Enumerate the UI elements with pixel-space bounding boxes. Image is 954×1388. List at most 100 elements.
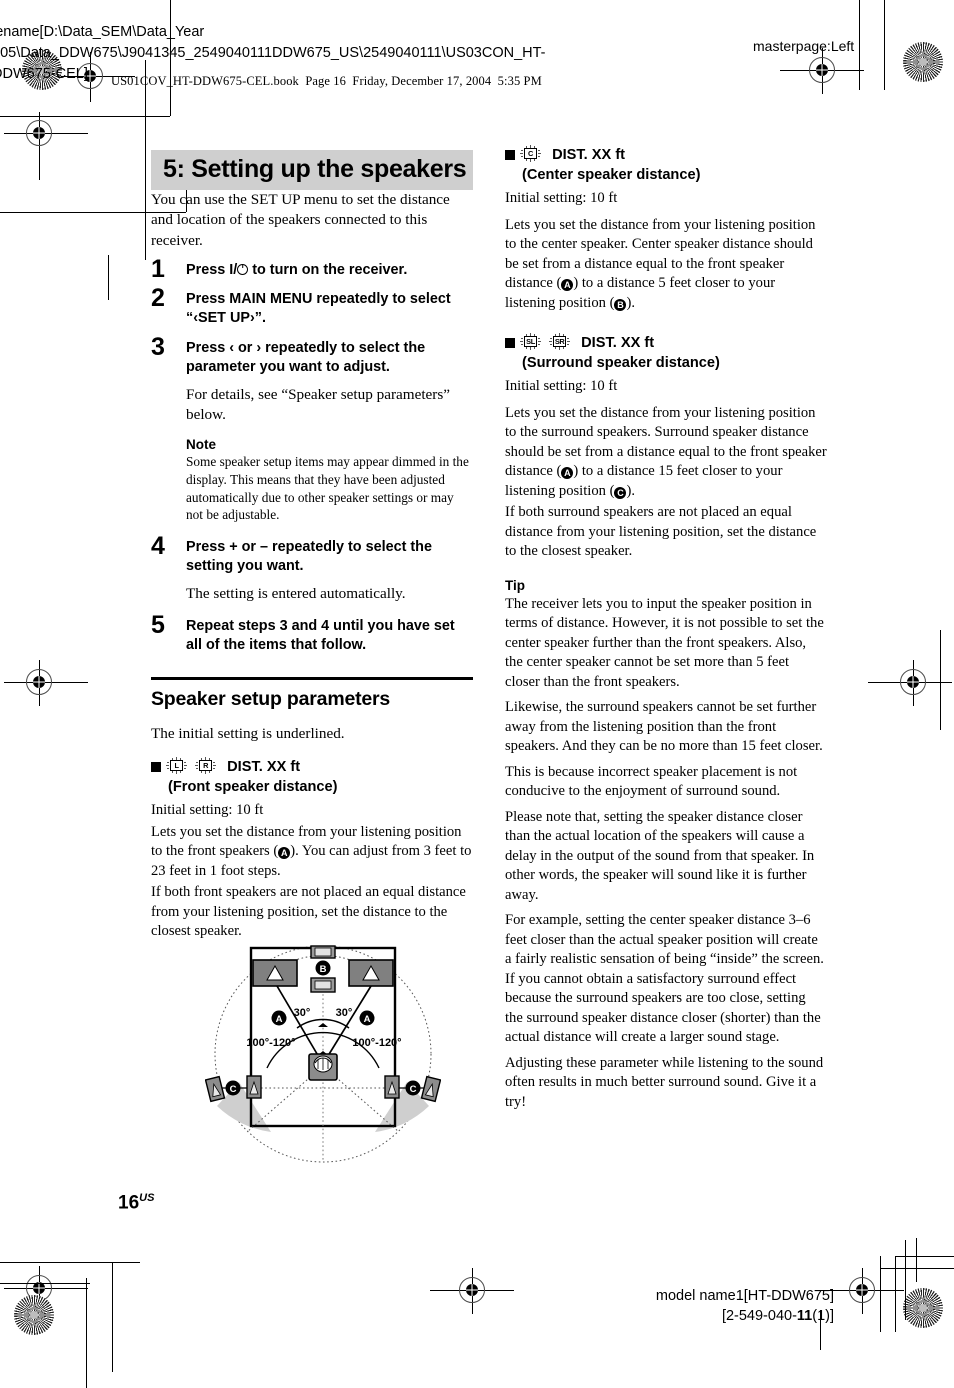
badge-a-right: A: [359, 1010, 375, 1026]
registration-target-bottommid: [459, 1277, 485, 1303]
speaker-sr-label: SR: [553, 336, 567, 347]
svg-text:B: B: [320, 964, 327, 975]
param-surround-body: Initial setting: 10 ft Lets you set the …: [505, 377, 827, 562]
crop-mark-bottom-right-h2: [880, 1268, 954, 1269]
step-2-number: 2: [151, 283, 165, 312]
param-front-heading: L R DIST. XX ft: [151, 757, 473, 778]
tip-paragraph-5: For example, setting the center speaker …: [505, 912, 824, 1045]
param-front-subtitle: (Front speaker distance): [168, 778, 338, 795]
speaker-sr-icon: SR: [549, 333, 571, 350]
badge-c-left: C: [225, 1080, 241, 1096]
param-center-title: DIST. XX ft: [552, 147, 626, 163]
param-surround-para2: If both surround speakers are not placed…: [505, 504, 817, 559]
registration-target-left: [26, 120, 52, 146]
param-center-title-line: C DIST. XX ft: [520, 145, 827, 166]
step-2-text: Press MAIN MENU repeatedly to select “‹S…: [186, 290, 451, 326]
param-surround-title: DIST. XX ft: [581, 335, 655, 351]
crop-mark-top-right-v: [859, 0, 860, 90]
step-1-number: 1: [151, 254, 165, 283]
step-1-text: Press I/ to turn on the receiver.: [186, 261, 473, 280]
speaker-c-icon: C: [520, 145, 541, 162]
param-surround-para1: Lets you set the distance from your list…: [505, 404, 827, 502]
step-1-text-after: to turn on the receiver.: [248, 261, 408, 278]
page-number: 16US: [118, 1192, 154, 1214]
tip-heading: Tip: [505, 577, 525, 593]
footer-part-number: [2-549-040-11(1)]: [656, 1306, 834, 1326]
svg-text:A: A: [276, 1014, 283, 1025]
badge-a-icon: A: [561, 279, 574, 291]
speaker-l-label: L: [170, 760, 183, 772]
step-3: 3 Press ‹ or › repeatedly to select the …: [151, 333, 473, 524]
filename-line-1: lename[D:\Data_SEM\Data_Year: [0, 24, 205, 40]
crop-mark-top-right-v2: [884, 0, 885, 90]
crop-mark-bottom-left-v: [112, 1262, 113, 1372]
bullet-square-icon: [505, 338, 515, 348]
svg-text:C: C: [410, 1084, 417, 1095]
star-target-topright: [903, 42, 943, 82]
footer-part-bold: 11: [796, 1308, 813, 1324]
crop-mark-bottom-right-v: [880, 1256, 881, 1332]
param-surround-initial: Initial setting: 10 ft: [505, 378, 618, 394]
step-1-text-before: Press I/: [186, 261, 238, 278]
param-center-para1-c: ).: [626, 294, 635, 311]
param-center-body: Initial setting: 10 ft Lets you set the …: [505, 189, 827, 313]
star-target-bottomright: [903, 1288, 943, 1328]
svg-text:100°-120°: 100°-120°: [352, 1037, 401, 1049]
param-center-para1: Lets you set the distance from your list…: [505, 216, 827, 314]
tip-body: The receiver lets you to input the speak…: [505, 595, 827, 1113]
badge-c-icon: C: [614, 486, 627, 499]
param-front-para1: Lets you set the distance from your list…: [151, 823, 473, 882]
bullet-square-icon: [151, 762, 161, 773]
step-4: 4 Press + or – repeatedly to select the …: [151, 532, 473, 604]
speaker-r-icon: R: [195, 757, 217, 775]
footer-part-prefix: [2-549-040-: [721, 1308, 797, 1324]
registration-target-topright: [809, 57, 835, 83]
crop-mark-left-stub: [108, 255, 109, 300]
registration-target-bottomright: [849, 1277, 875, 1303]
svg-text:C: C: [230, 1084, 237, 1095]
badge-b-center: B: [315, 960, 331, 976]
badge-c-right: C: [405, 1080, 421, 1096]
page-number-suffix: US: [139, 1192, 155, 1204]
svg-text:100°-120°: 100°-120°: [246, 1037, 295, 1049]
param-center-initial: Initial setting: 10 ft: [505, 190, 618, 206]
step-3-number: 3: [151, 332, 165, 361]
bullet-square-icon: [505, 150, 515, 160]
param-surround-title-line: SL SR DIST. XX ft: [520, 333, 827, 354]
section-divider-rule: [151, 677, 473, 681]
crop-mark-bottom-right-v2: [895, 1256, 896, 1332]
speaker-sl-label: SL: [524, 336, 537, 347]
footer-part-suffix: (1)]: [812, 1308, 834, 1324]
crop-mark-bottom-left-h2: [0, 1283, 90, 1284]
svg-text:A: A: [364, 1014, 371, 1025]
crop-mark-bottom-left-v2: [86, 1278, 87, 1388]
registration-target-right: [900, 669, 926, 695]
right-column: C DIST. XX ft (Center speaker distance) …: [505, 145, 827, 1113]
speaker-sl-icon: SL: [520, 333, 541, 350]
step-4-subtext: The setting is entered automatically.: [186, 584, 406, 602]
tip-paragraph-6: Adjusting these parameter while listenin…: [505, 1054, 824, 1110]
param-surround-heading: SL SR DIST. XX ft: [505, 333, 827, 354]
tip-paragraph-2: Likewise, the surround speakers cannot b…: [505, 699, 823, 754]
crop-mark-bottom-right-h: [895, 1256, 954, 1257]
note-body: Some speaker setup items may appear dimm…: [186, 454, 469, 523]
crop-mark-top-left-v2: [145, 60, 146, 260]
crop-mark-right-edge-v: [916, 1238, 917, 1282]
book-info-line: US01COV_HT-DDW675-CEL.book Page 16 Frida…: [111, 74, 542, 88]
step-3-text: Press ‹ or › repeatedly to select the pa…: [186, 339, 426, 375]
step-5-number: 5: [151, 611, 165, 640]
badge-b-icon: B: [614, 298, 627, 311]
note-heading: Note: [186, 437, 216, 453]
registration-target-left2: [26, 669, 52, 695]
crop-mark-right-top-v: [905, 1240, 906, 1320]
speaker-l-icon: L: [166, 757, 187, 775]
crop-mark-bottom-left-h: [0, 1262, 140, 1263]
speaker-c-label: C: [524, 148, 537, 159]
tip-paragraph-1: The receiver lets you to input the speak…: [505, 595, 824, 690]
param-surround-subtitle: (Surround speaker distance): [522, 354, 720, 371]
star-target-bottomleft: [14, 1295, 54, 1335]
filename-line-2: 005\Data_DDW675\J9041345_2549040111DDW67…: [0, 45, 546, 61]
param-front-body: Initial setting: 10 ft Lets you set the …: [151, 801, 473, 942]
svg-text:30°: 30°: [336, 1007, 353, 1019]
step-4-number: 4: [151, 531, 165, 560]
